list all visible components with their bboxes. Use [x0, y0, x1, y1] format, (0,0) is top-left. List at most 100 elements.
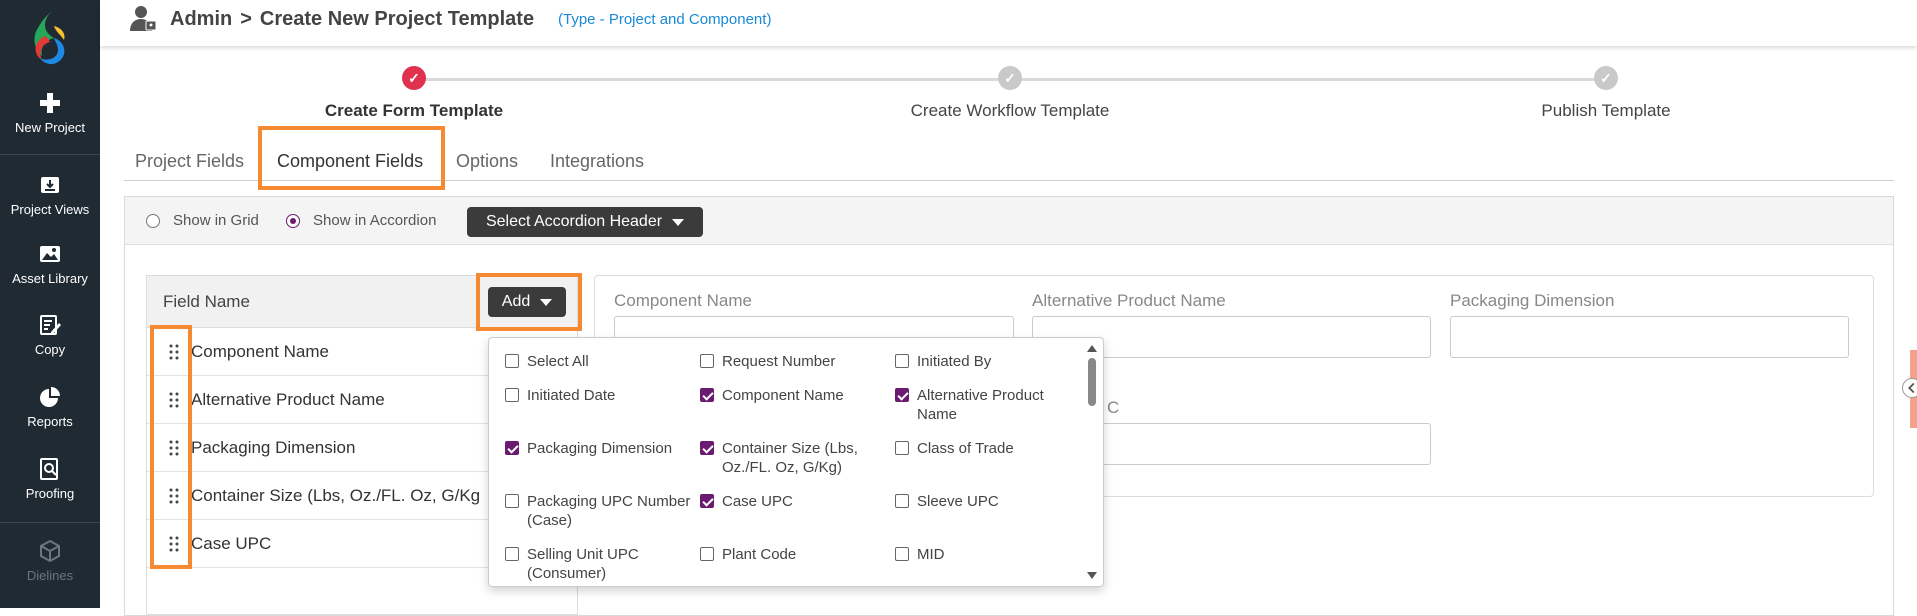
- tab-options[interactable]: Options: [456, 142, 518, 180]
- sidebar-item-label: New Project: [14, 120, 86, 135]
- dropdown-option-selling-unit-upc[interactable]: Selling Unit UPC (Consumer): [505, 545, 695, 583]
- breadcrumb: Admin > Create New Project Template: [170, 8, 534, 31]
- field-row-label: Component Name: [191, 342, 329, 361]
- dropdown-option-sleeve-upc[interactable]: Sleeve UPC: [895, 492, 1085, 511]
- checkbox-checked[interactable]: [700, 441, 714, 455]
- highlight-box-tab: [258, 126, 445, 190]
- download-box-icon: [41, 177, 59, 193]
- sidebar-item-label: Reports: [27, 414, 73, 429]
- highlight-box-add: [476, 273, 582, 331]
- checkbox[interactable]: [895, 354, 909, 368]
- display-options-bar: Show in Grid Show in Accordion Select Ac…: [125, 197, 1893, 245]
- field-row-label: Case UPC: [191, 534, 272, 553]
- dropdown-option-request-number[interactable]: Request Number: [700, 352, 890, 371]
- dropdown-option-initiated-by[interactable]: Initiated By: [895, 352, 1085, 371]
- app-logo-icon[interactable]: [24, 6, 76, 66]
- step-label-create-workflow-template[interactable]: Create Workflow Template: [911, 101, 1110, 121]
- sidebar-item-label: Copy: [34, 342, 66, 357]
- show-in-accordion-label[interactable]: Show in Accordion: [313, 212, 436, 229]
- step-2-check-icon: ✓: [998, 66, 1022, 90]
- checkbox[interactable]: [895, 494, 909, 508]
- show-in-accordion-radio[interactable]: [286, 214, 300, 228]
- tab-integrations[interactable]: Integrations: [550, 142, 644, 180]
- scroll-down-arrow-icon[interactable]: [1087, 572, 1097, 579]
- checkbox[interactable]: [895, 441, 909, 455]
- checkbox[interactable]: [505, 354, 519, 368]
- checkbox-checked[interactable]: [700, 388, 714, 402]
- select-accordion-header-label: Select Accordion Header: [485, 213, 663, 230]
- pie-chart-icon: [40, 387, 60, 407]
- stepper-connector: [1010, 78, 1606, 81]
- dropdown-option-container-size[interactable]: Container Size (Lbs, Oz./FL. Oz, G/Kg): [700, 439, 890, 477]
- highlight-box-drag-handles: [150, 325, 192, 569]
- stepper-connector: [414, 78, 1010, 81]
- sidebar-divider: [0, 522, 100, 523]
- dropdown-option-select-all[interactable]: Select All: [505, 352, 695, 371]
- sidebar: New Project Project Views Asset Library …: [0, 0, 100, 608]
- step-3-check-icon: ✓: [1594, 66, 1618, 90]
- dropdown-option-mid[interactable]: MID: [895, 545, 1085, 564]
- magnify-document-icon: [40, 458, 58, 480]
- sidebar-divider: [0, 154, 100, 155]
- packaging-dimension-input[interactable]: [1450, 316, 1849, 358]
- sidebar-item-new-project[interactable]: New Project: [0, 92, 100, 135]
- dropdown-option-initiated-date[interactable]: Initiated Date: [505, 386, 695, 405]
- dropdown-option-class-of-trade[interactable]: Class of Trade: [895, 439, 1085, 458]
- checkbox[interactable]: [505, 547, 519, 561]
- checkbox[interactable]: [505, 388, 519, 402]
- breadcrumb-separator: >: [240, 8, 252, 30]
- breadcrumb-admin[interactable]: Admin: [170, 8, 232, 30]
- form-label-component-name: Component Name: [614, 291, 752, 310]
- sidebar-item-label: Project Views: [10, 202, 90, 217]
- checkbox[interactable]: [700, 354, 714, 368]
- dropdown-option-packaging-dimension[interactable]: Packaging Dimension: [505, 439, 695, 458]
- checkbox[interactable]: [505, 494, 519, 508]
- form-label-alternative-product-name: Alternative Product Name: [1032, 291, 1226, 310]
- page-title: Create New Project Template: [259, 8, 535, 30]
- step-label-create-form-template[interactable]: Create Form Template: [325, 101, 503, 121]
- step-label-publish-template[interactable]: Publish Template: [1541, 101, 1670, 121]
- add-field-dropdown: Select All Request Number Initiated By I…: [488, 337, 1104, 587]
- cube-icon: [40, 540, 60, 562]
- admin-user-icon: [130, 6, 156, 31]
- sidebar-item-reports[interactable]: Reports: [0, 386, 100, 429]
- sidebar-item-copy[interactable]: Copy: [0, 314, 100, 357]
- dropdown-option-case-upc[interactable]: Case UPC: [700, 492, 890, 511]
- image-icon: [40, 246, 60, 262]
- sidebar-item-asset-library[interactable]: Asset Library: [0, 243, 100, 286]
- checkbox[interactable]: [895, 547, 909, 561]
- caret-down-icon: [672, 218, 685, 226]
- field-row-label: Alternative Product Name: [191, 390, 385, 409]
- step-1-check-icon: ✓: [402, 66, 426, 90]
- template-type-note: (Type - Project and Component): [558, 11, 772, 28]
- field-name-header: Field Name: [163, 292, 250, 311]
- scroll-up-arrow-icon[interactable]: [1087, 345, 1097, 352]
- sidebar-item-label: Asset Library: [12, 271, 88, 286]
- chevron-left-icon[interactable]: [1902, 378, 1917, 398]
- dropdown-scrollbar[interactable]: [1085, 342, 1099, 582]
- scroll-thumb[interactable]: [1088, 358, 1096, 406]
- sidebar-item-label: Proofing: [25, 486, 75, 501]
- checkbox-checked[interactable]: [700, 494, 714, 508]
- checkbox[interactable]: [700, 547, 714, 561]
- sidebar-item-dielines[interactable]: Dielines: [0, 540, 100, 583]
- field-row-label: Packaging Dimension: [191, 438, 356, 457]
- plus-icon: [40, 93, 60, 113]
- select-accordion-header-button[interactable]: Select Accordion Header: [467, 207, 703, 237]
- checkbox-checked[interactable]: [895, 388, 909, 402]
- form-label-packaging-dimension: Packaging Dimension: [1450, 291, 1615, 310]
- tab-project-fields[interactable]: Project Fields: [135, 142, 244, 180]
- sidebar-item-proofing[interactable]: Proofing: [0, 458, 100, 501]
- sidebar-item-label: Dielines: [26, 568, 74, 583]
- field-row-label: Container Size (Lbs, Oz./FL. Oz, G/Kg: [191, 486, 481, 505]
- sidebar-item-project-views[interactable]: Project Views: [0, 174, 100, 217]
- form-label-partial: C: [1107, 398, 1120, 417]
- show-in-grid-radio[interactable]: [146, 214, 160, 228]
- show-in-grid-label[interactable]: Show in Grid: [173, 212, 259, 229]
- dropdown-option-alternative-product-name[interactable]: Alternative Product Name: [895, 386, 1085, 424]
- dropdown-option-packaging-upc-number[interactable]: Packaging UPC Number (Case): [505, 492, 695, 530]
- dropdown-option-component-name[interactable]: Component Name: [700, 386, 890, 405]
- dropdown-option-plant-code[interactable]: Plant Code: [700, 545, 890, 564]
- edit-document-icon: [40, 315, 61, 335]
- checkbox-checked[interactable]: [505, 441, 519, 455]
